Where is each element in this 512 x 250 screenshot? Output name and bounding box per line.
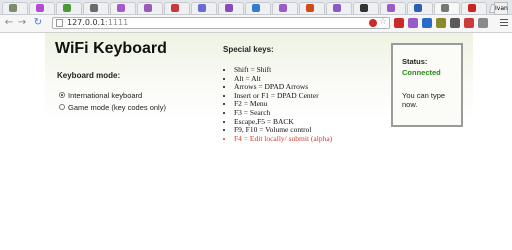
keyboard-mode-heading: Keyboard mode: (57, 71, 121, 80)
browser-tab[interactable] (29, 2, 55, 14)
tab-favicon-icon (171, 4, 179, 12)
browser-tab[interactable] (299, 2, 325, 14)
url-host: 127.0.0.1 (67, 18, 106, 27)
tab-strip (0, 0, 512, 15)
browser-tab[interactable] (353, 2, 379, 14)
tab-favicon-icon (225, 4, 233, 12)
tab-favicon-icon (252, 4, 260, 12)
tab-favicon-icon (9, 4, 17, 12)
reload-icon[interactable]: ↻ (32, 17, 44, 29)
browser-tab[interactable] (218, 2, 244, 14)
star-icon[interactable]: ☆ (379, 17, 387, 27)
extension-icon[interactable] (464, 18, 474, 28)
tab-favicon-icon (63, 4, 71, 12)
tab-favicon-icon (441, 4, 449, 12)
browser-tab[interactable] (461, 2, 487, 14)
url-text: 127.0.0.1:1111 (67, 18, 128, 28)
radio-international[interactable] (59, 92, 65, 99)
browser-tab[interactable] (83, 2, 109, 14)
browser-tab[interactable] (380, 2, 406, 14)
status-label: Status: (402, 57, 428, 66)
mode-label-game: Game mode (key codes only) (68, 103, 166, 112)
tab-favicon-icon (468, 4, 476, 12)
tab-favicon-icon (36, 4, 44, 12)
back-arrow-icon[interactable]: ← (3, 17, 15, 29)
forward-arrow-icon[interactable]: → (16, 17, 28, 29)
tab-favicon-icon (333, 4, 341, 12)
tab-favicon-icon (117, 4, 125, 12)
browser-tab[interactable] (164, 2, 190, 14)
tab-favicon-icon (144, 4, 152, 12)
page-icon (56, 19, 63, 27)
extension-icon[interactable] (450, 18, 460, 28)
tab-favicon-icon (90, 4, 98, 12)
browser-tab[interactable] (434, 2, 460, 14)
special-keys-heading: Special keys: (223, 45, 274, 54)
tab-favicon-icon (279, 4, 287, 12)
page-viewport: WiFi Keyboard Keyboard mode: Internation… (0, 33, 512, 250)
browser-tab[interactable] (326, 2, 352, 14)
profile-label: Ivan (495, 5, 508, 12)
menu-icon[interactable] (500, 19, 508, 28)
mode-option-game[interactable]: Game mode (key codes only) (59, 103, 166, 113)
browser-toolbar: ← → ↻ 127.0.0.1:1111 ☆ (0, 15, 512, 33)
mode-option-international[interactable]: International keyboard (59, 91, 142, 101)
stop-icon[interactable] (369, 19, 377, 27)
browser-tab[interactable] (110, 2, 136, 14)
page-title: WiFi Keyboard (55, 40, 167, 57)
browser-tab[interactable] (191, 2, 217, 14)
special-key-item: F4 = Edit locally/ submit (alpha) (234, 134, 332, 144)
radio-game[interactable] (59, 104, 65, 111)
browser-tab[interactable] (137, 2, 163, 14)
tab-favicon-icon (360, 4, 368, 12)
extension-icon[interactable] (422, 18, 432, 28)
profile-button[interactable]: Ivan (494, 2, 508, 15)
url-port: :1111 (105, 18, 129, 27)
mode-label-international: International keyboard (68, 91, 143, 100)
tab-favicon-icon (414, 4, 422, 12)
extension-icon[interactable] (436, 18, 446, 28)
tab-favicon-icon (387, 4, 395, 12)
browser-tab[interactable] (272, 2, 298, 14)
wifi-keyboard-app: WiFi Keyboard Keyboard mode: Internation… (45, 33, 473, 250)
browser-tab[interactable] (56, 2, 82, 14)
extension-icon[interactable] (394, 18, 404, 28)
address-bar[interactable]: 127.0.0.1:1111 ☆ (52, 17, 390, 29)
tab-favicon-icon (306, 4, 314, 12)
status-value: Connected (402, 68, 441, 77)
extension-icon[interactable] (408, 18, 418, 28)
browser-tab[interactable] (407, 2, 433, 14)
special-keys-list: Shift = ShiftAlt = AltArrows = DPAD Arro… (227, 65, 332, 144)
tab-favicon-icon (198, 4, 206, 12)
browser-tab[interactable] (245, 2, 271, 14)
extension-icon[interactable] (478, 18, 488, 28)
status-panel: Status: Connected You can type now. (391, 43, 463, 127)
browser-tab[interactable] (2, 2, 28, 14)
status-note: You can type now. (402, 91, 446, 109)
